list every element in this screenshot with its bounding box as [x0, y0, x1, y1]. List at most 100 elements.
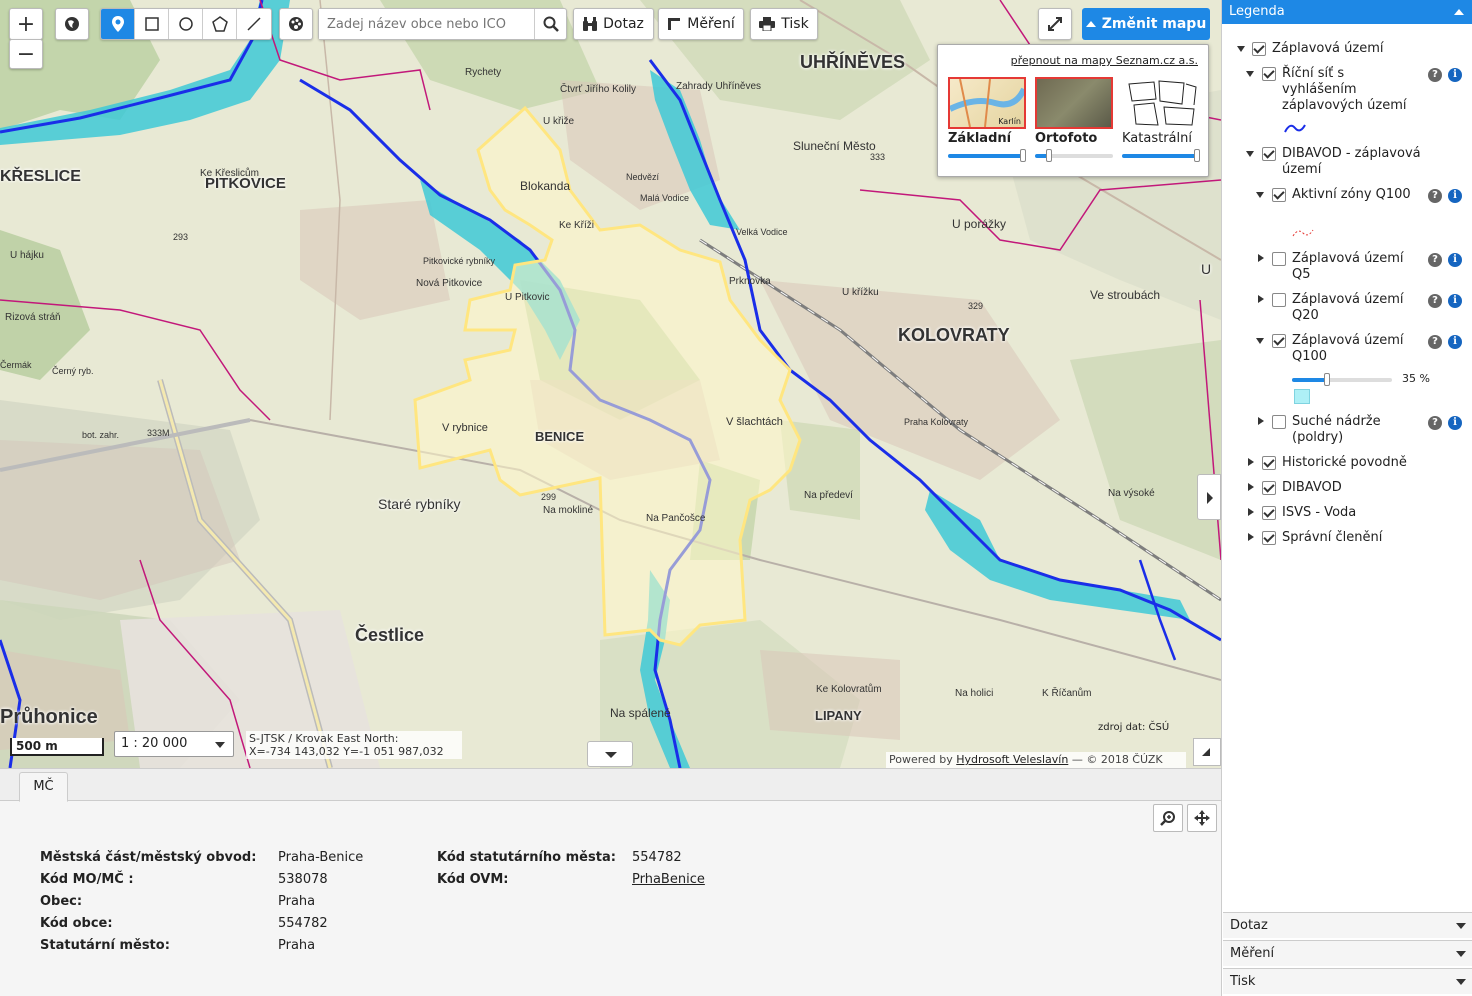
zoom-in-button[interactable]: + — [9, 8, 43, 40]
resize-corner-button[interactable] — [1193, 738, 1221, 766]
accordion-tisk[interactable]: Tisk — [1223, 968, 1472, 994]
info-icon[interactable]: i — [1448, 335, 1462, 349]
point-tool-button[interactable] — [101, 9, 135, 39]
checkbox[interactable] — [1262, 67, 1276, 81]
info-icon[interactable]: i — [1448, 189, 1462, 203]
expand-icon[interactable] — [1246, 71, 1254, 77]
map-label: 333 — [870, 152, 886, 162]
opacity-knob[interactable] — [1194, 149, 1200, 162]
checkbox[interactable] — [1272, 334, 1286, 348]
zoom-out-button[interactable]: − — [9, 39, 43, 69]
map-label: bot. zahr. — [82, 430, 120, 440]
accordion-mereni[interactable]: Měření — [1223, 940, 1472, 966]
attribution: Powered by Hydrosoft Veleslavín — © 2018… — [886, 752, 1186, 768]
checkbox[interactable] — [1252, 42, 1266, 56]
checkbox[interactable] — [1262, 456, 1276, 470]
info-key: Obec: — [40, 894, 83, 909]
basemap-zakladni-opacity[interactable] — [948, 149, 1026, 162]
expand-icon[interactable] — [1258, 417, 1264, 425]
help-icon[interactable]: ? — [1428, 335, 1442, 349]
help-icon[interactable]: ? — [1428, 294, 1442, 308]
expand-icon[interactable] — [1248, 508, 1254, 516]
print-button[interactable]: Tisk — [750, 8, 818, 40]
expand-icon[interactable] — [1246, 151, 1254, 157]
scale-select[interactable]: 1 : 20 000 — [114, 731, 234, 757]
rectangle-tool-button[interactable] — [135, 9, 169, 39]
zoom-search-icon — [1160, 811, 1175, 826]
change-map-button[interactable]: Změnit mapu — [1082, 8, 1210, 40]
hydrosoft-link[interactable]: Hydrosoft Veleslavín — [956, 753, 1068, 766]
zoom-to-feature-button[interactable] — [1153, 804, 1183, 832]
help-icon[interactable]: ? — [1428, 68, 1442, 82]
expand-icon[interactable] — [1256, 192, 1264, 198]
fullscreen-button[interactable] — [1038, 8, 1072, 40]
map-label: V šlachtách — [726, 416, 783, 428]
basemap-zakladni[interactable]: Karlín Základní — [948, 77, 1026, 162]
map-label: 299 — [541, 492, 557, 502]
q100-opacity-slider[interactable] — [1292, 373, 1392, 386]
info-icon[interactable]: i — [1448, 416, 1462, 430]
pan-to-feature-button[interactable] — [1187, 804, 1217, 832]
basemap-ortofoto-label: Ortofoto — [1035, 131, 1098, 146]
map-label: Malá Vodice — [640, 193, 690, 203]
info-icon[interactable]: i — [1448, 294, 1462, 308]
globe-button[interactable] — [55, 8, 89, 40]
toggle-legend-button[interactable] — [1197, 474, 1221, 520]
info-left-values: Praha-Benice 538078 Praha 554782 Praha — [278, 847, 363, 957]
search-input[interactable] — [319, 9, 534, 39]
info-icon[interactable]: i — [1448, 253, 1462, 267]
checkbox[interactable] — [1262, 147, 1276, 161]
circle-tool-button[interactable] — [169, 9, 203, 39]
polygon-tool-button[interactable] — [203, 9, 237, 39]
basemap-katastralni[interactable]: Katastrální — [1122, 77, 1200, 162]
checkbox[interactable] — [1272, 415, 1286, 429]
map-label: Na mokliné — [543, 505, 594, 516]
ovm-link[interactable]: PrhaBenice — [632, 869, 705, 891]
measure-button[interactable]: Měření — [658, 8, 744, 40]
data-source-label: zdroj dat: ČSÚ — [1098, 722, 1170, 733]
line-tool-button[interactable] — [237, 9, 271, 39]
expand-icon[interactable] — [1258, 295, 1264, 303]
search-button[interactable] — [534, 9, 566, 39]
expand-icon[interactable] — [1248, 533, 1254, 541]
opacity-knob[interactable] — [1020, 149, 1026, 162]
toggle-bottom-panel-button[interactable] — [587, 741, 633, 767]
checkbox[interactable] — [1262, 506, 1276, 520]
opacity-knob[interactable] — [1045, 149, 1052, 162]
expand-icon[interactable] — [1237, 46, 1245, 52]
checkbox[interactable] — [1272, 252, 1286, 266]
help-icon[interactable]: ? — [1428, 416, 1442, 430]
help-icon[interactable]: ? — [1428, 253, 1442, 267]
basemap-ortofoto[interactable]: Ortofoto — [1035, 77, 1113, 162]
map-label: Nová Pitkovice — [416, 278, 483, 289]
accordion-dotaz[interactable]: Dotaz — [1223, 912, 1472, 938]
q100-opacity-knob[interactable] — [1324, 373, 1330, 386]
checkbox[interactable] — [1272, 293, 1286, 307]
accordion-mereni-label: Měření — [1230, 946, 1275, 961]
expand-icon[interactable] — [1258, 254, 1264, 262]
legend-header[interactable]: Legenda — [1222, 0, 1472, 24]
map-canvas[interactable]: UHŘÍNĚVES KOLOVRATY KŘESLICE PITKOVICE BENIC… — [0, 0, 1221, 768]
info-value: Praha-Benice — [278, 850, 364, 865]
checkbox[interactable] — [1272, 188, 1286, 202]
help-icon[interactable]: ? — [1428, 189, 1442, 203]
legend-title: Legenda — [1229, 4, 1285, 19]
palette-button[interactable] — [279, 8, 313, 40]
print-label: Tisk — [781, 16, 809, 32]
seznam-switch-link[interactable]: přepnout na mapy Seznam.cz a.s. — [1011, 54, 1198, 67]
expand-icon[interactable] — [1256, 338, 1264, 344]
info-icon[interactable]: i — [1448, 68, 1462, 82]
expand-icon[interactable] — [1248, 458, 1254, 466]
expand-icon[interactable] — [1248, 483, 1254, 491]
legend-item-dibavod-zaplavova: DIBAVOD - záplavová území — [1282, 146, 1421, 177]
query-button[interactable]: Dotaz — [573, 8, 654, 40]
legend-item-q20: Záplavová území Q20 — [1292, 292, 1404, 323]
tab-mc[interactable]: MČ — [19, 772, 68, 802]
basemap-ortofoto-opacity[interactable] — [1035, 149, 1113, 162]
checkbox[interactable] — [1262, 481, 1276, 495]
checkbox[interactable] — [1262, 531, 1276, 545]
basemap-katastralni-opacity[interactable] — [1122, 149, 1200, 162]
map-label: Ve stroubách — [1090, 288, 1161, 302]
basemap-katastralni-preview — [1128, 80, 1197, 126]
info-key: Kód obce: — [40, 916, 113, 931]
